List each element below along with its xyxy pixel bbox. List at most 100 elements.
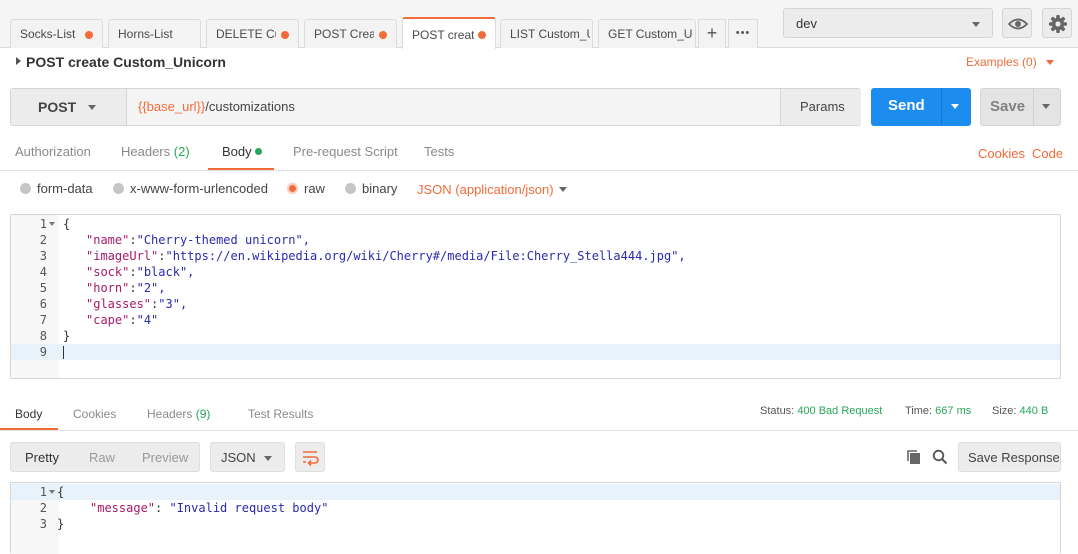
code-line-active: 9 <box>11 344 1060 360</box>
json-key: "message" <box>90 501 156 515</box>
save-button[interactable]: Save <box>980 88 1061 126</box>
environment-settings-button[interactable] <box>1042 8 1072 38</box>
tab-body[interactable]: Body <box>222 144 252 159</box>
code-text: "horn":"2", <box>86 281 166 295</box>
examples-dropdown[interactable]: Examples (0) <box>966 55 1037 69</box>
code-line: 2 "message": "Invalid request body" <box>11 500 1060 516</box>
fold-toggle-icon[interactable] <box>49 222 55 226</box>
wrap-lines-icon <box>303 451 319 467</box>
tab-pre-request-script[interactable]: Pre-request Script <box>293 144 398 159</box>
status-value: 400 Bad Request <box>797 405 883 417</box>
response-tab-body[interactable]: Body <box>15 407 42 421</box>
code-text: "glasses":"3", <box>86 297 188 311</box>
method-label: POST <box>38 99 77 115</box>
chevron-down-icon <box>972 22 980 27</box>
environment-select[interactable]: dev <box>783 8 993 38</box>
save-response-button[interactable]: Save Response <box>958 442 1061 472</box>
tab-label: Socks-List <box>20 27 76 41</box>
tab-options-button[interactable]: ••• <box>728 19 758 48</box>
more-icon: ••• <box>735 27 751 39</box>
url-variable: {{base_url}} <box>138 99 206 114</box>
chevron-down-icon[interactable] <box>1042 104 1050 109</box>
tab-headers[interactable]: Headers (2) <box>121 144 190 159</box>
radio-urlencoded[interactable] <box>113 183 124 194</box>
format-label: JSON <box>221 450 256 465</box>
radio-form-data[interactable] <box>20 183 31 194</box>
url-input[interactable]: {{base_url}}/customizations <box>138 99 295 114</box>
save-label: Save <box>990 98 1026 115</box>
line-number: 2 <box>39 233 47 247</box>
code-text: } <box>57 517 65 531</box>
response-tab-headers[interactable]: Headers (9) <box>147 407 210 421</box>
environment-quick-look-button[interactable] <box>1002 8 1032 38</box>
line-number: 1 <box>39 485 47 499</box>
view-mode-preview[interactable]: Preview <box>142 450 188 465</box>
radio-label-urlencoded[interactable]: x-www-form-urlencoded <box>130 181 268 196</box>
line-number: 4 <box>39 265 47 279</box>
tab-label: DELETE Cu <box>216 27 276 41</box>
unsaved-dot <box>281 31 289 39</box>
content-type-select[interactable]: JSON (application/json) <box>417 182 554 197</box>
copy-icon[interactable] <box>905 448 923 466</box>
divider <box>0 170 1078 171</box>
tab-tests[interactable]: Tests <box>424 144 454 159</box>
chevron-down-icon[interactable] <box>951 104 959 109</box>
json-key: "imageUrl" <box>86 249 159 263</box>
view-mode-raw[interactable]: Raw <box>89 450 115 465</box>
tab-list-custom-unicorn[interactable]: LIST Custom_Uni <box>500 19 593 48</box>
radio-label-raw[interactable]: raw <box>304 181 325 196</box>
tab-get-custom-unicorn[interactable]: GET Custom_Uni <box>598 19 696 48</box>
environment-label: dev <box>796 16 817 31</box>
tab-label: LIST Custom_Uni <box>510 27 590 41</box>
method-select[interactable]: POST <box>11 89 127 125</box>
response-size: Size: 440 B <box>992 405 1048 417</box>
chevron-down-icon[interactable] <box>1046 60 1054 65</box>
view-mode-pretty[interactable]: Pretty <box>25 450 59 465</box>
radio-label-form-data[interactable]: form-data <box>37 181 93 196</box>
code-line: 5 "horn":"2", <box>11 280 1060 296</box>
line-number: 3 <box>39 249 47 263</box>
search-icon[interactable] <box>931 448 949 466</box>
response-body-viewer[interactable]: 1 { 2 "message": "Invalid request body" … <box>10 482 1061 554</box>
headers-count: (9) <box>195 407 211 421</box>
response-tab-cookies[interactable]: Cookies <box>73 407 116 421</box>
collapse-triangle-icon[interactable] <box>16 57 21 65</box>
json-value: "2", <box>136 281 166 295</box>
tab-delete-custom[interactable]: DELETE Cu <box>206 19 299 48</box>
tab-horns-list[interactable]: Horns-List <box>108 19 201 48</box>
params-button[interactable]: Params <box>780 89 861 125</box>
fold-toggle-icon[interactable] <box>49 490 55 494</box>
save-response-label: Save Response <box>968 450 1060 465</box>
code-line: 3 "imageUrl":"https://en.wikipedia.org/w… <box>11 248 1060 264</box>
json-value: "3", <box>158 297 188 311</box>
unsaved-dot <box>379 31 387 39</box>
radio-label-binary[interactable]: binary <box>362 181 397 196</box>
cookies-link[interactable]: Cookies <box>978 146 1025 161</box>
tab-post-create-active[interactable]: POST creat <box>402 17 496 49</box>
time-label: Time: <box>905 405 933 417</box>
json-key: "sock" <box>86 265 130 279</box>
radio-raw[interactable] <box>287 183 298 194</box>
wrap-lines-button[interactable] <box>295 442 325 472</box>
tab-socks-list[interactable]: Socks-List <box>10 19 103 48</box>
tab-label: GET Custom_Uni <box>608 27 693 41</box>
code-line: 7 "cape":"4" <box>11 312 1060 328</box>
send-button[interactable]: Send <box>871 88 971 126</box>
request-name[interactable]: POST create Custom_Unicorn <box>26 54 226 70</box>
chevron-down-icon[interactable] <box>559 187 567 192</box>
radio-binary[interactable] <box>345 183 356 194</box>
line-number: 5 <box>39 281 47 295</box>
json-value: "Cherry-themed unicorn", <box>136 233 310 247</box>
response-tab-test-results[interactable]: Test Results <box>248 407 313 421</box>
request-body-editor[interactable]: 1 { 2 "name":"Cherry-themed unicorn", 3 … <box>10 214 1061 379</box>
code-line: 1 { <box>11 216 1060 232</box>
json-value: "black", <box>136 265 195 279</box>
code-link[interactable]: Code <box>1032 146 1063 161</box>
tab-post-create-1[interactable]: POST Creat <box>304 19 397 48</box>
divider <box>1033 89 1034 125</box>
new-tab-button[interactable]: + <box>698 19 726 48</box>
response-tab-headers-label: Headers <box>147 407 193 421</box>
request-tab-bar: Socks-List Horns-List DELETE Cu POST Cre… <box>0 0 1078 49</box>
tab-authorization[interactable]: Authorization <box>15 144 91 159</box>
response-format-select[interactable]: JSON <box>210 442 285 472</box>
